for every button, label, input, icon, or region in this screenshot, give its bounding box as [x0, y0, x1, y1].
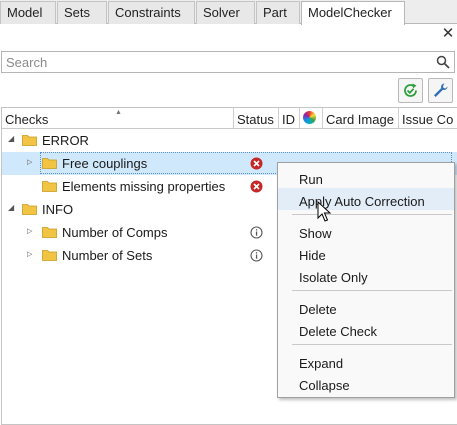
- tab-modelchecker[interactable]: ModelChecker: [301, 1, 405, 25]
- folder-icon: [22, 204, 37, 215]
- folder-icon: [42, 250, 57, 261]
- menu-item-hide[interactable]: Hide: [278, 242, 454, 264]
- menu-item-delete[interactable]: Delete: [278, 296, 454, 318]
- column-status[interactable]: Status: [234, 108, 279, 129]
- expanded-arrow-icon[interactable]: ◢: [8, 134, 14, 143]
- collapsed-arrow-icon[interactable]: ▷: [27, 250, 32, 258]
- menu-item-apply-auto-correction[interactable]: Apply Auto Correction: [278, 188, 454, 210]
- tab-part[interactable]: Part: [256, 1, 300, 24]
- menu-separator: [292, 344, 452, 345]
- tree-label: INFO: [42, 202, 74, 217]
- settings-button[interactable]: [428, 78, 453, 103]
- menu-item-expand[interactable]: Expand: [278, 350, 454, 372]
- wrench-icon: [434, 83, 448, 97]
- tab-solver[interactable]: Solver: [196, 1, 255, 24]
- search-icon[interactable]: [436, 55, 450, 69]
- menu-item-run[interactable]: Run: [278, 166, 454, 188]
- folder-icon: [22, 135, 37, 146]
- search-input[interactable]: [2, 52, 422, 72]
- tab-constraints[interactable]: Constraints: [108, 1, 195, 24]
- tree-label: Free couplings: [62, 156, 148, 171]
- tree-group-error[interactable]: ◢ ERROR: [2, 129, 457, 152]
- error-status-icon: [250, 180, 263, 193]
- tree-label: Elements missing properties: [62, 179, 226, 194]
- mouse-cursor-icon: [317, 201, 332, 222]
- info-status-icon: [250, 226, 263, 239]
- column-id[interactable]: ID: [279, 108, 300, 129]
- run-checks-button[interactable]: [398, 78, 423, 103]
- expanded-arrow-icon[interactable]: ◢: [8, 203, 14, 212]
- collapsed-arrow-icon[interactable]: ▷: [27, 158, 32, 166]
- folder-icon: [42, 181, 57, 192]
- tree-label: ERROR: [42, 133, 89, 148]
- menu-item-collapse[interactable]: Collapse: [278, 372, 454, 394]
- tree-label: Number of Sets: [62, 248, 153, 263]
- table-header: Checks ▲ Status ID Card Image Issue Co: [2, 108, 457, 129]
- tree-label: Number of Comps: [62, 225, 168, 240]
- column-issue-count[interactable]: Issue Co: [399, 108, 457, 129]
- error-status-icon: [250, 157, 263, 170]
- tab-sets[interactable]: Sets: [57, 1, 107, 24]
- menu-item-show[interactable]: Show: [278, 220, 454, 242]
- menu-item-isolate-only[interactable]: Isolate Only: [278, 264, 454, 286]
- color-wheel-icon: [303, 111, 316, 124]
- info-status-icon: [250, 249, 263, 262]
- search-box: [1, 51, 455, 73]
- menu-separator: [292, 290, 452, 291]
- column-card-image[interactable]: Card Image: [323, 108, 399, 129]
- context-menu: Run Apply Auto Correction Show Hide Isol…: [277, 162, 455, 398]
- close-icon[interactable]: ✕: [441, 26, 455, 41]
- menu-item-delete-check[interactable]: Delete Check: [278, 318, 454, 340]
- folder-icon: [42, 227, 57, 238]
- tab-bar: Model Sets Constraints Solver Part Model…: [0, 0, 457, 25]
- refresh-check-icon: [404, 83, 417, 97]
- collapsed-arrow-icon[interactable]: ▷: [27, 227, 32, 235]
- menu-separator: [292, 214, 452, 215]
- sort-up-icon: ▲: [115, 109, 122, 116]
- tab-model[interactable]: Model: [0, 1, 56, 24]
- folder-icon: [42, 158, 57, 169]
